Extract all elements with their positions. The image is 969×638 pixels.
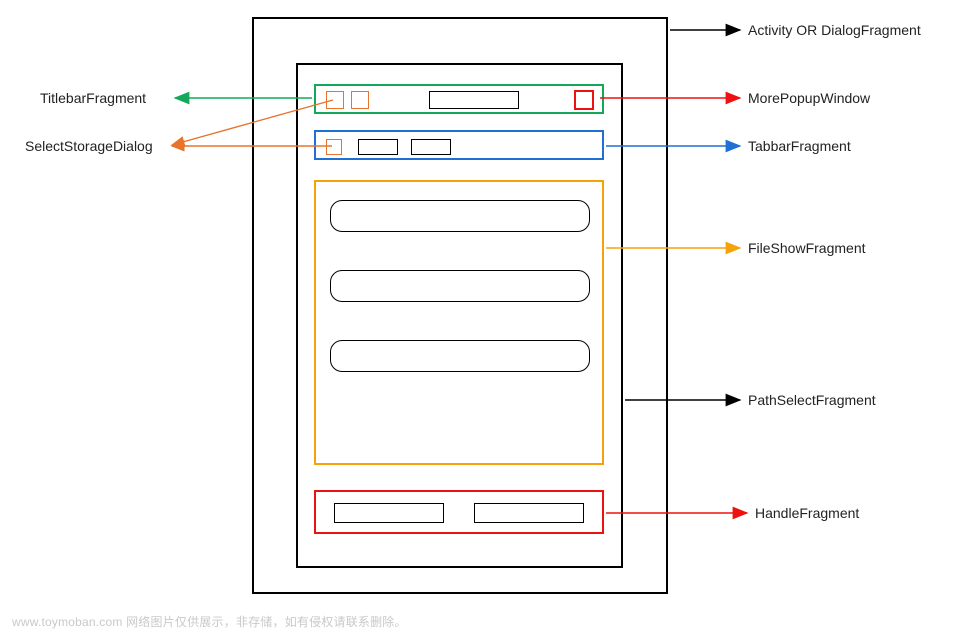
more-popup-trigger[interactable] (574, 90, 594, 110)
label-handle: HandleFragment (755, 505, 859, 521)
label-titlebar: TitlebarFragment (40, 90, 146, 106)
titlebar-fragment (314, 84, 604, 114)
handle-button-1 (334, 503, 444, 523)
label-pathselect: PathSelectFragment (748, 392, 876, 408)
label-morepopup: MorePopupWindow (748, 90, 870, 106)
file-item (330, 200, 590, 232)
tab-box-1 (358, 139, 398, 155)
storage-box-2 (351, 91, 369, 109)
label-fileshow: FileShowFragment (748, 240, 866, 256)
tab-box-2 (411, 139, 451, 155)
label-activity: Activity OR DialogFragment (748, 22, 921, 38)
file-item (330, 270, 590, 302)
titlebar-title-box (429, 91, 519, 109)
handle-button-2 (474, 503, 584, 523)
fileshow-fragment (314, 180, 604, 465)
label-tabbar: TabbarFragment (748, 138, 851, 154)
file-item (330, 340, 590, 372)
storage-box-3 (326, 139, 342, 155)
label-selectstorage: SelectStorageDialog (25, 138, 153, 154)
tabbar-fragment (314, 130, 604, 160)
handle-fragment (314, 490, 604, 534)
storage-box-1 (326, 91, 344, 109)
watermark-text: www.toymoban.com 网络图片仅供展示，非存储，如有侵权请联系删除。 (12, 613, 407, 630)
